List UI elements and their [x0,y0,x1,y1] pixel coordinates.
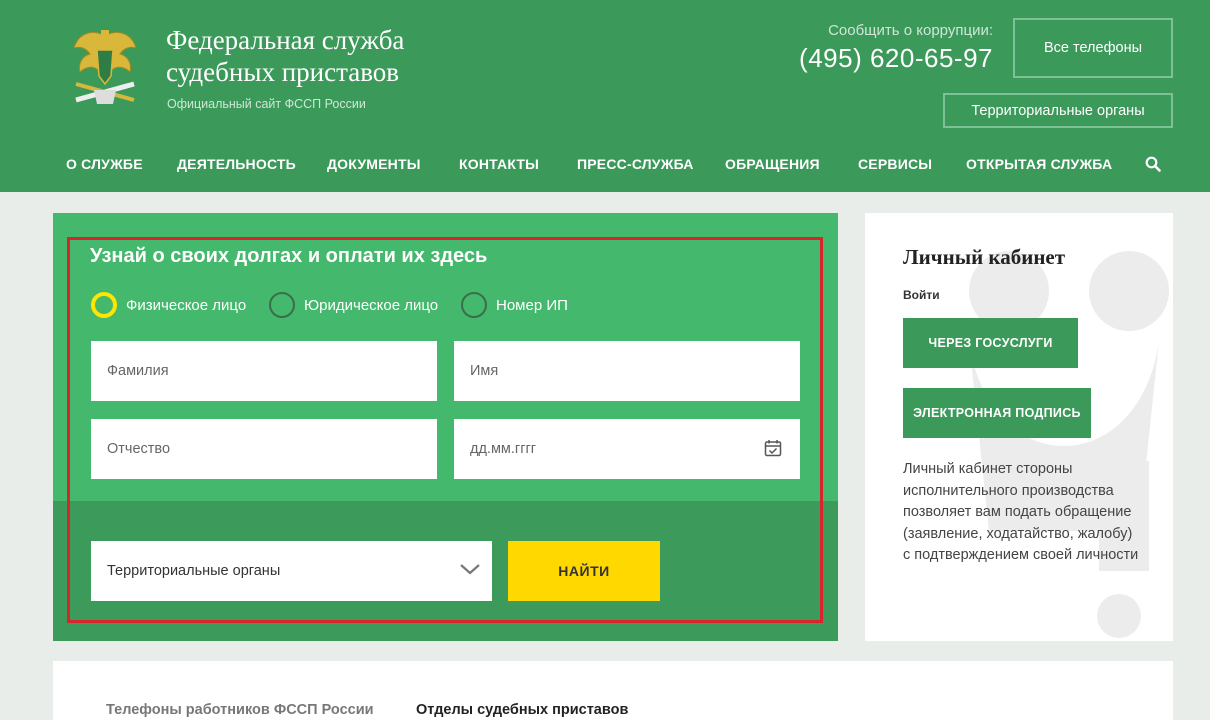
chevron-down-icon[interactable] [459,562,481,576]
fssp-emblem-icon[interactable] [70,26,140,108]
calendar-icon[interactable] [764,439,782,457]
debt-search-title: Узнай о своих долгах и оплати их здесь [90,245,488,267]
radio-legal-entity[interactable]: Юридическое лицо [269,292,438,318]
radio-label-ip-number: Номер ИП [496,296,568,314]
tab-bailiff-departments[interactable]: Отделы судебных приставов [416,702,628,718]
nav-item-about[interactable]: О СЛУЖБЕ [66,156,143,172]
patronymic-input[interactable] [91,419,437,479]
main-nav: О СЛУЖБЕ ДЕЯТЕЛЬНОСТЬ ДОКУМЕНТЫ КОНТАКТЫ… [0,140,1210,188]
site-title[interactable]: Федеральная служба судебных приставов [166,24,486,88]
find-button[interactable]: НАЙТИ [508,541,660,601]
site-title-line-2: судебных приставов [166,57,400,87]
cabinet-description: Личный кабинет стороны исполнительного п… [903,461,1139,563]
nav-item-activity[interactable]: ДЕЯТЕЛЬНОСТЬ [177,156,296,172]
cabinet-title: Личный кабинет [903,245,1066,269]
radio-circle[interactable] [461,292,487,318]
nav-item-contacts[interactable]: КОНТАКТЫ [459,156,539,172]
radio-circle-selected[interactable] [91,292,117,318]
radio-label-individual: Физическое лицо [126,296,247,314]
nav-item-open-service[interactable]: ОТКРЫТАЯ СЛУЖБА [966,156,1112,172]
tab-staff-phones[interactable]: Телефоны работников ФССП России [106,702,374,718]
radio-circle[interactable] [269,292,295,318]
nav-item-press[interactable]: ПРЕСС-СЛУЖБА [577,156,694,172]
radio-label-legal-entity: Юридическое лицо [304,296,439,314]
nav-item-appeals[interactable]: ОБРАЩЕНИЯ [725,156,820,172]
corruption-phone[interactable]: (495) 620-65-97 [700,43,993,74]
cabinet-login-label: Войти [903,288,940,302]
nav-item-documents[interactable]: ДОКУМЕНТЫ [327,156,421,172]
gosuslugi-login-button[interactable]: ЧЕРЕЗ ГОСУСЛУГИ [903,318,1078,368]
e-signature-login-button[interactable]: ЭЛЕКТРОННАЯ ПОДПИСЬ [903,388,1091,438]
site-title-line-1: Федеральная служба [166,25,405,55]
firstname-input[interactable] [454,341,800,401]
radio-individual[interactable]: Физическое лицо [91,292,246,318]
region-select[interactable]: Территориальные органы [91,541,492,601]
search-icon[interactable] [1145,156,1161,172]
radio-ip-number[interactable]: Номер ИП [461,292,568,318]
all-phones-button[interactable]: Все телефоны [1013,18,1173,78]
nav-item-services[interactable]: СЕРВИСЫ [858,156,932,172]
site-subtitle: Официальный сайт ФССП России [167,97,366,111]
birthdate-input[interactable] [454,419,800,479]
lastname-input[interactable] [91,341,437,401]
corruption-label: Сообщить о коррупции: [828,22,993,39]
territorial-bodies-button[interactable]: Территориальные органы [943,93,1173,128]
